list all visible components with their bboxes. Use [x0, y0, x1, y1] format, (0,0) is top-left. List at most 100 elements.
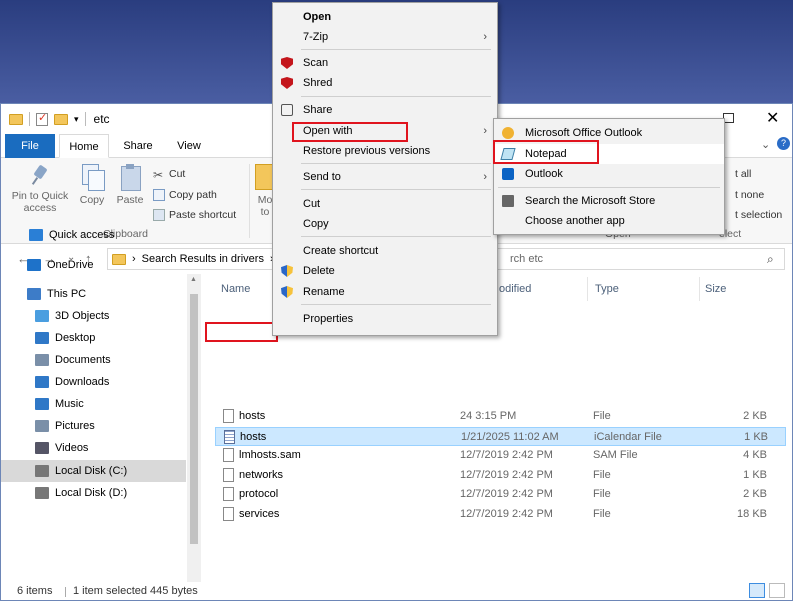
file-row[interactable]: networks 12/7/2019 2:42 PM File 1 KB	[215, 466, 786, 485]
tab-view[interactable]: View	[165, 134, 213, 158]
tab-share[interactable]: Share	[113, 134, 163, 158]
nav-item-label: Local Disk (D:)	[55, 487, 128, 499]
nav-item-label: 3D Objects	[55, 310, 110, 322]
file-row[interactable]: hosts 24 3:15 PM File 2 KB	[215, 407, 786, 426]
context-menu: Open 7-Zip › Scan Shred Share Open with › Restor…	[272, 2, 498, 336]
pin-to-quick-access-button[interactable]: Pin to Quick access	[9, 164, 71, 214]
column-separator[interactable]	[699, 277, 700, 301]
file-type: File	[593, 488, 611, 500]
close-button[interactable]: ✕	[766, 108, 779, 128]
file-row[interactable]: lmhosts.sam 12/7/2019 2:42 PM SAM File 4 KB	[215, 446, 786, 465]
nav-item[interactable]: Videos	[1, 437, 186, 459]
nav-item[interactable]: Desktop	[1, 327, 186, 349]
disk-icon	[35, 487, 49, 499]
file-row[interactable]: hosts 1/21/2025 11:02 AM iCalendar File 1 K…	[215, 426, 786, 446]
nav-item[interactable]: Local Disk (C:)	[1, 460, 186, 482]
select-none-button[interactable]: t none	[735, 189, 764, 201]
column-header-type[interactable]: Type	[595, 283, 619, 295]
nav-item[interactable]: Downloads	[1, 371, 186, 393]
share-icon	[281, 104, 293, 116]
select-all-button[interactable]: t all	[735, 168, 751, 180]
status-selection: 1 item selected 445 bytes	[73, 585, 198, 597]
file-date-modified: 12/7/2019 2:42 PM	[460, 488, 553, 500]
file-icon	[223, 467, 234, 482]
search-input[interactable]: rch etc	[495, 248, 785, 270]
quick-access-dropdown-icon[interactable]: ▾	[74, 114, 79, 125]
nav-item[interactable]: Quick access	[1, 224, 186, 246]
ribbon-expand-icon[interactable]: ⌄	[761, 138, 770, 151]
new-folder-quick-access-icon[interactable]	[54, 113, 68, 125]
context-menu-item[interactable]: Rename	[273, 282, 497, 302]
column-header-name[interactable]: Name	[221, 283, 250, 295]
context-menu-item-label: Share	[303, 104, 333, 116]
column-header-date-modified[interactable]: odified	[499, 283, 531, 295]
context-menu-item[interactable]: 7-Zip ›	[273, 27, 497, 47]
nav-scrollbar[interactable]: ▲	[187, 274, 201, 582]
file-type: SAM File	[593, 449, 638, 461]
file-name: protocol	[239, 488, 279, 500]
nav-item[interactable]: Pictures	[1, 415, 186, 437]
context-menu-item[interactable]: Cut	[273, 194, 497, 214]
context-menu-item[interactable]: Open	[273, 7, 497, 27]
file-name: hosts	[240, 430, 267, 443]
nav-item[interactable]: This PC	[1, 283, 186, 305]
column-separator[interactable]	[587, 277, 588, 301]
file-name: lmhosts.sam	[239, 449, 301, 461]
shield-icon	[281, 265, 293, 277]
properties-quick-access-icon[interactable]	[36, 111, 48, 126]
context-menu-item[interactable]: Properties	[273, 309, 497, 329]
context-menu-item[interactable]: Shred	[273, 73, 497, 93]
file-type: File	[593, 410, 611, 422]
pictures-icon	[35, 420, 49, 432]
menu-separator	[301, 96, 491, 97]
file-date-modified: 12/7/2019 2:42 PM	[460, 468, 553, 481]
context-menu-item[interactable]: Send to ›	[273, 167, 497, 187]
details-view-button[interactable]	[749, 583, 765, 598]
nav-item[interactable]: Local Disk (D:)	[1, 482, 186, 504]
context-menu-item-label: Send to	[303, 171, 341, 183]
copy-path-button[interactable]: Copy path	[153, 189, 217, 201]
context-menu-item[interactable]: Delete	[273, 261, 497, 281]
tab-file[interactable]: File	[5, 134, 55, 158]
context-menu-item[interactable]: Copy	[273, 214, 497, 234]
nav-item[interactable]: Documents	[1, 349, 186, 371]
context-menu-item[interactable]: Share	[273, 100, 497, 120]
cut-button[interactable]: Cut	[153, 168, 185, 180]
file-icon	[223, 409, 234, 423]
open-with-item[interactable]: Outlook	[494, 164, 724, 184]
search-icon[interactable]: ⌕	[767, 252, 774, 267]
highlight-notepad	[493, 140, 599, 164]
context-menu-item[interactable]: Scan	[273, 53, 497, 73]
help-icon[interactable]: ?	[777, 137, 790, 150]
music-icon	[35, 398, 49, 410]
invert-selection-button[interactable]: t selection	[735, 209, 782, 221]
file-row[interactable]: protocol 12/7/2019 2:42 PM File 2 KB	[215, 485, 786, 504]
nav-scrollbar-thumb[interactable]	[190, 294, 198, 544]
outlook-legacy-icon	[502, 127, 514, 139]
desktop-icon	[35, 332, 49, 344]
scroll-up-icon[interactable]: ▲	[190, 276, 197, 283]
nav-item[interactable]: OneDrive	[1, 254, 186, 276]
status-separator	[65, 587, 66, 597]
status-item-count: 6 items	[17, 585, 53, 597]
paste-icon	[119, 164, 141, 191]
paste-label: Paste	[116, 194, 144, 206]
tab-home[interactable]: Home	[59, 134, 109, 158]
nav-item[interactable]: 3D Objects	[1, 305, 186, 327]
file-row[interactable]: services 12/7/2019 2:42 PM File 18 KB	[215, 505, 786, 524]
paste-shortcut-button[interactable]: Paste shortcut	[153, 209, 236, 221]
nav-item-label: This PC	[47, 288, 87, 300]
nav-item[interactable]: Music	[1, 393, 186, 415]
nav-item-label: Downloads	[55, 376, 110, 388]
menu-separator	[301, 49, 491, 50]
paste-button[interactable]: Paste	[113, 164, 147, 206]
context-menu-item[interactable]: Restore previous versions	[273, 141, 497, 161]
context-menu-item-label: Scan	[303, 57, 329, 69]
open-with-item[interactable]: Search the Microsoft Store	[494, 191, 724, 211]
file-type: iCalendar File	[594, 430, 662, 443]
column-header-size[interactable]: Size	[705, 283, 726, 295]
large-icons-view-button[interactable]	[769, 583, 785, 598]
context-menu-item[interactable]: Create shortcut	[273, 241, 497, 261]
copy-button[interactable]: Copy	[75, 164, 109, 206]
open-with-item[interactable]: Choose another app	[494, 211, 724, 231]
